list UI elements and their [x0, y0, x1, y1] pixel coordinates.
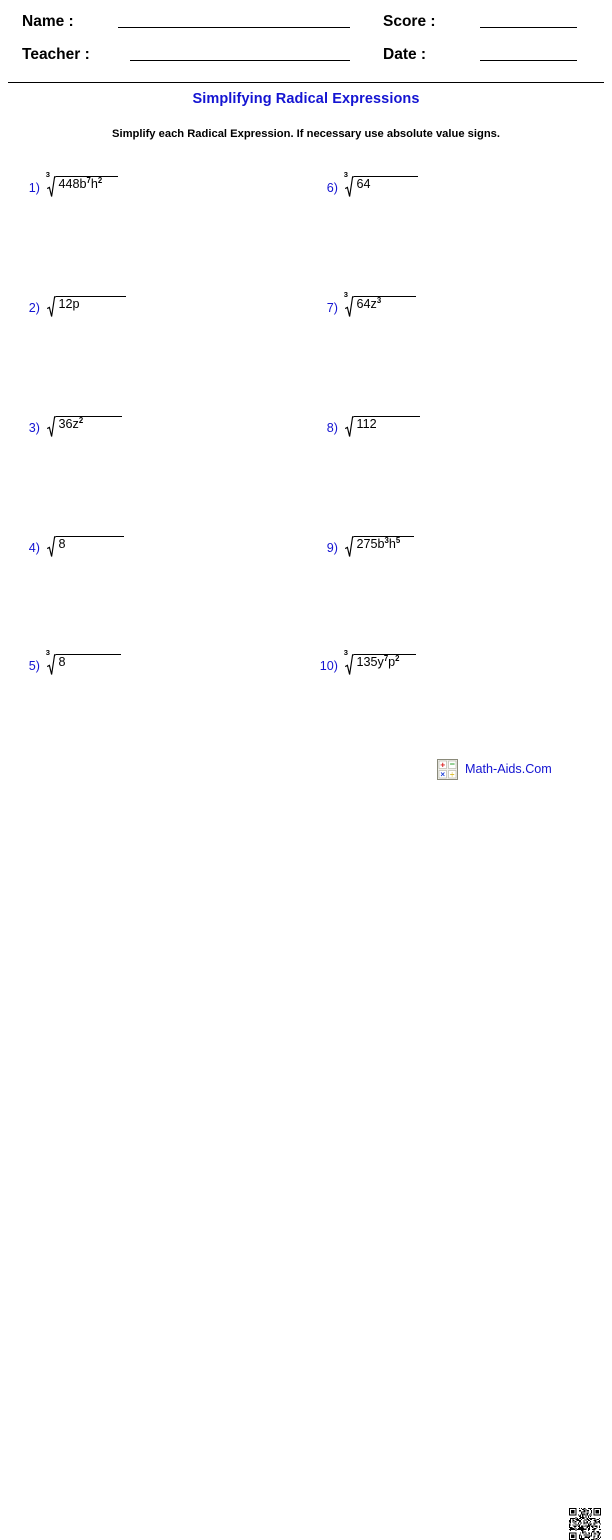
- problem-4: 4) 38: [18, 526, 124, 572]
- radical-vinculum: [353, 416, 420, 417]
- radical-sign-icon: [46, 176, 56, 198]
- problem-10: 10) 3 135y7p2: [312, 644, 416, 690]
- radicand: 448b7h2: [55, 166, 118, 191]
- problem-number: 5): [28, 659, 40, 673]
- score-blank-line[interactable]: [480, 27, 577, 28]
- radical-sign-icon: [46, 654, 56, 676]
- radical-sign-icon: [344, 536, 354, 558]
- radical-sign-icon: [46, 416, 56, 438]
- radical-vinculum: [55, 654, 121, 655]
- header-divider: [8, 82, 604, 83]
- teacher-label: Teacher :: [22, 46, 90, 63]
- radical-expression: 3 64: [343, 166, 418, 198]
- problem-number: 3): [28, 421, 40, 435]
- problem-8: 8) 3112: [312, 406, 420, 452]
- radical-expression: 312p: [45, 286, 126, 318]
- radical-expression: 3 64z3: [343, 286, 416, 318]
- worksheet-header: Name : Teacher : Score : Date :: [0, 0, 612, 84]
- teacher-blank-line[interactable]: [130, 60, 350, 61]
- svg-text:÷: ÷: [450, 770, 455, 779]
- worksheet-instructions: Simplify each Radical Expression. If nec…: [112, 128, 500, 140]
- svg-text:×: ×: [440, 770, 445, 779]
- problem-6: 6) 3 64: [312, 166, 418, 212]
- radical-vinculum: [353, 296, 416, 297]
- radical-sign-icon: [46, 296, 56, 318]
- math-aids-brand-text: Math-Aids.Com: [465, 762, 552, 777]
- radicand: 135y7p2: [353, 644, 416, 669]
- problem-7: 7) 3 64z3: [312, 286, 416, 332]
- radical-expression: 38: [45, 644, 121, 676]
- problem-number: 10): [319, 659, 338, 673]
- radicand: 64z3: [353, 286, 416, 311]
- problems-left-column: 1) 3448b7h2 2) 312p 3) 336z2 4) 38 5) 38: [18, 160, 308, 720]
- radical-vinculum: [353, 176, 418, 177]
- problem-number: 2): [28, 301, 40, 315]
- radicand: 12p: [55, 286, 126, 311]
- problem-2: 2) 312p: [18, 286, 126, 332]
- radicand: 64: [353, 166, 418, 191]
- radicand: 8: [55, 526, 124, 551]
- problem-9: 9) 3275b3h5: [312, 526, 414, 572]
- radical-vinculum: [353, 654, 416, 655]
- qr-code-image: [569, 1508, 601, 1540]
- radical-vinculum: [353, 536, 414, 537]
- svg-text:−: −: [450, 759, 455, 769]
- radical-sign-icon: [344, 296, 354, 318]
- radical-vinculum: [55, 536, 124, 537]
- radical-expression: 3 135y7p2: [343, 644, 416, 676]
- problem-1: 1) 3 448b7h2: [18, 166, 118, 212]
- problem-number: 6): [326, 181, 338, 195]
- math-aids-logo-icon: + − × ÷: [437, 759, 458, 780]
- svg-text:+: +: [440, 759, 445, 769]
- date-blank-line[interactable]: [480, 60, 577, 61]
- radicand: 112: [353, 406, 420, 431]
- worksheet-title: Simplifying Radical Expressions: [192, 91, 420, 107]
- problems-right-column: 6) 364 7) 364z3 8) 3112 9) 3275b3h5 10) 3135y7p2: [312, 160, 602, 720]
- name-blank-line[interactable]: [118, 27, 350, 28]
- problem-number: 1): [28, 181, 40, 195]
- problem-number: 4): [28, 541, 40, 555]
- radical-expression: 3 448b7h2: [45, 166, 118, 198]
- date-label: Date :: [383, 46, 427, 63]
- radical-vinculum: [55, 296, 126, 297]
- worksheet-footer: + − × ÷ Math-Aids.Com: [0, 752, 612, 1540]
- problem-3: 3) 336z2: [18, 406, 122, 452]
- radicand: 275b3h5: [353, 526, 414, 551]
- radical-expression: 38: [45, 526, 124, 558]
- radical-vinculum: [55, 176, 118, 177]
- problems-area: 1) 3448b7h2 2) 312p 3) 336z2 4) 38 5) 38 6) 364 7) 3…: [0, 160, 612, 720]
- radical-sign-icon: [46, 536, 56, 558]
- radical-sign-icon: [344, 176, 354, 198]
- radical-expression: 3112: [343, 406, 420, 438]
- radical-sign-icon: [344, 654, 354, 676]
- radical-sign-icon: [344, 416, 354, 438]
- qr-code[interactable]: [569, 1508, 601, 1540]
- radicand: 36z2: [55, 406, 122, 431]
- radical-expression: 336z2: [45, 406, 122, 438]
- name-label: Name :: [22, 13, 74, 30]
- problem-number: 9): [326, 541, 338, 555]
- math-aids-brand[interactable]: + − × ÷ Math-Aids.Com: [437, 759, 552, 780]
- radicand: 8: [55, 644, 121, 669]
- radical-vinculum: [55, 416, 122, 417]
- problem-5: 5) 3 8: [18, 644, 121, 690]
- radical-expression: 3275b3h5: [343, 526, 414, 558]
- problem-number: 8): [326, 421, 338, 435]
- score-label: Score :: [383, 13, 436, 30]
- problem-number: 7): [326, 301, 338, 315]
